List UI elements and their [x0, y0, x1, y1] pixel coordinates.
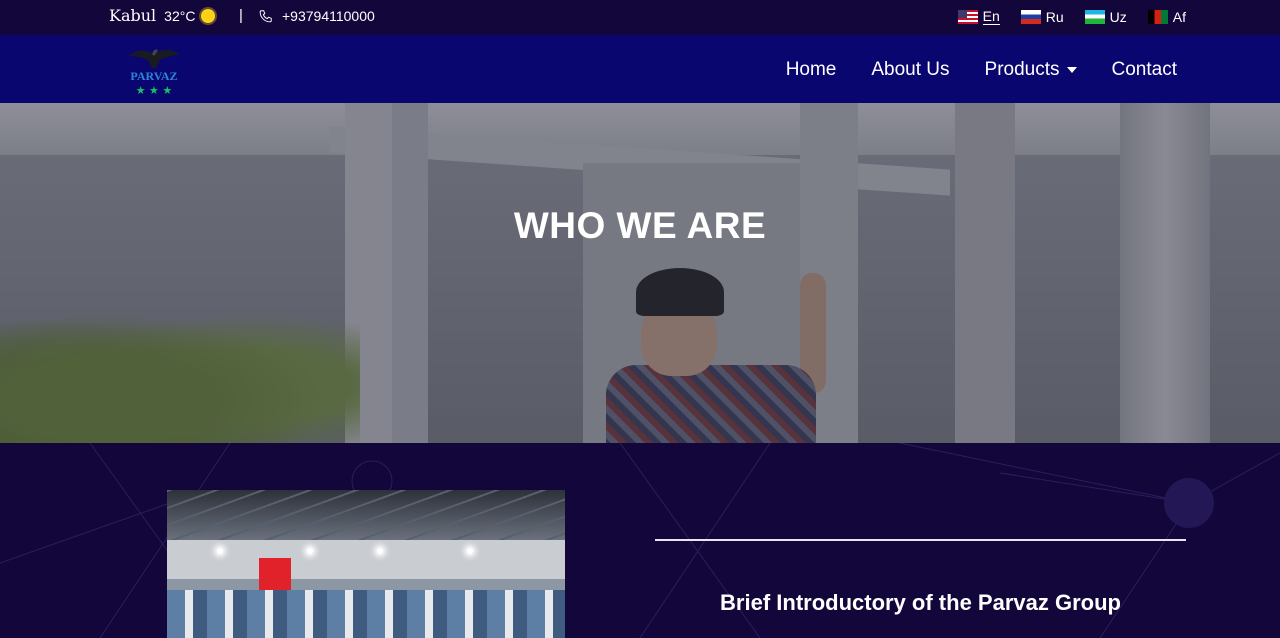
factory-light	[467, 548, 473, 554]
svg-text:★ ★ ★: ★ ★ ★	[136, 84, 173, 97]
hero-banner: WHO WE ARE	[0, 103, 1280, 443]
weather-widget: Kabul 32°C	[109, 6, 216, 25]
lang-af[interactable]: Af	[1147, 8, 1186, 25]
language-switcher: En Ru Uz Af	[957, 8, 1186, 25]
nav-products[interactable]: Products	[985, 59, 1077, 81]
parvaz-logo[interactable]: PARVAZ ★ ★ ★	[122, 42, 186, 98]
factory-roof	[167, 490, 565, 540]
top-bar: Kabul 32°C | +93794110000 En Ru Uz Af	[0, 0, 1280, 35]
topbar-separator: |	[239, 7, 243, 24]
nav-about[interactable]: About Us	[871, 59, 949, 81]
factory-floor	[167, 590, 565, 638]
phone-icon	[259, 10, 272, 23]
hero-overlay	[0, 103, 1280, 443]
lang-en[interactable]: En	[957, 8, 1000, 25]
lang-uz-label: Uz	[1109, 8, 1127, 25]
nav-menu: Home About Us Products Contact	[786, 59, 1177, 81]
nav-home-label: Home	[785, 59, 837, 80]
main-navbar: PARVAZ ★ ★ ★ Home About Us Products Cont…	[0, 35, 1280, 103]
weather-temperature: 32°C	[164, 7, 196, 24]
us-flag-icon	[957, 9, 978, 24]
intro-section: Brief Introductory of the Parvaz Group	[0, 443, 1280, 638]
factory-light	[307, 548, 313, 554]
uz-flag-icon	[1084, 9, 1105, 24]
chevron-down-icon	[1066, 67, 1077, 73]
logo-text: PARVAZ	[130, 69, 177, 83]
phone-number: +93794110000	[282, 8, 375, 24]
ru-flag-icon	[1020, 9, 1041, 24]
factory-red-door	[259, 558, 291, 592]
nav-contact-label: Contact	[1111, 59, 1177, 80]
lang-ru-label: Ru	[1045, 8, 1064, 25]
lang-af-label: Af	[1172, 8, 1186, 25]
intro-title: Brief Introductory of the Parvaz Group	[720, 590, 1121, 615]
nav-about-label: About Us	[871, 59, 950, 80]
hero-title: WHO WE ARE	[513, 205, 767, 246]
nav-contact[interactable]: Contact	[1112, 59, 1177, 81]
section-divider	[655, 539, 1186, 541]
nav-home[interactable]: Home	[786, 59, 837, 81]
factory-photo	[167, 490, 565, 638]
af-flag-icon	[1147, 9, 1168, 24]
weather-city: Kabul	[109, 6, 157, 25]
lang-ru[interactable]: Ru	[1020, 8, 1064, 25]
factory-light	[217, 548, 223, 554]
sun-icon	[201, 8, 216, 23]
factory-light	[377, 548, 383, 554]
lang-uz[interactable]: Uz	[1084, 8, 1127, 25]
lang-en-label: En	[982, 8, 1000, 25]
nav-products-label: Products	[984, 59, 1060, 80]
phone-link[interactable]: +93794110000	[259, 8, 375, 24]
